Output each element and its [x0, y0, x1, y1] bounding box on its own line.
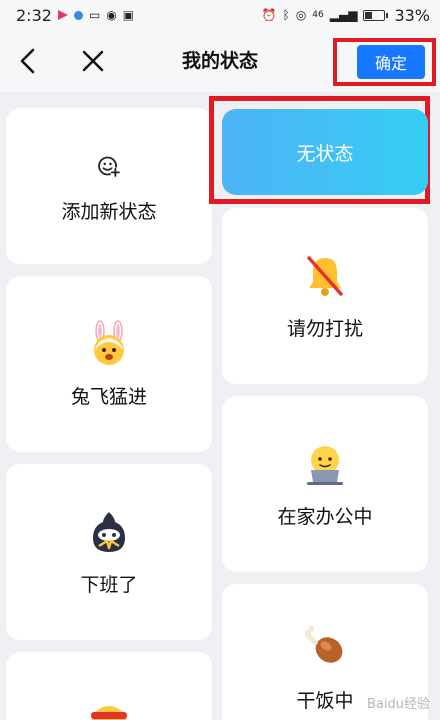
nfc-icon: ▣: [122, 8, 135, 22]
card-label: 添加新状态: [61, 200, 157, 223]
status-bar: 2:32 ▭ ◉ ▣ ⏰ ᛒ ◎ 46 ▂▄▆ 33%: [0, 0, 440, 30]
back-button[interactable]: [12, 44, 42, 78]
laptop-face-icon: [307, 445, 343, 485]
alarm-icon: ⏰: [261, 8, 277, 22]
do-not-disturb-card[interactable]: 请勿打扰: [222, 208, 428, 384]
header: 我的状态 确定: [0, 30, 440, 92]
card-label: 请勿打扰: [286, 317, 363, 340]
signal-icon: ▂▄▆: [329, 8, 358, 22]
signal-label: 46: [312, 9, 324, 20]
rabbit-face-icon: [94, 319, 124, 365]
headband-face-icon: [91, 706, 127, 720]
status-bar-left: 2:32 ▭ ◉ ▣: [16, 6, 134, 25]
card-label: 在家办公中: [277, 505, 373, 528]
battery-percent: 33%: [394, 5, 430, 25]
chevron-left-icon: [20, 48, 35, 74]
cast-icon: ▭: [88, 8, 101, 22]
rabbit-status-card[interactable]: 兔飞猛进: [6, 276, 212, 452]
no-status-card[interactable]: 无状态: [222, 109, 428, 195]
status-time: 2:32: [16, 5, 52, 25]
add-status-card[interactable]: 添加新状态: [6, 108, 212, 264]
card-label: 兔飞猛进: [70, 385, 147, 408]
bluetooth-icon: ᛒ: [282, 8, 290, 22]
watermark: Baidu经验: [367, 697, 430, 712]
add-emoji-icon: [98, 156, 121, 177]
hotspot-icon: ◎: [295, 8, 307, 22]
headband-status-card[interactable]: [6, 652, 212, 720]
close-button[interactable]: [78, 44, 108, 78]
status-bar-right: ⏰ ᛒ ◎ 46 ▂▄▆ 33%: [262, 6, 430, 25]
ninja-face-icon: [93, 511, 125, 552]
off-work-status-card[interactable]: 下班了: [6, 464, 212, 640]
confirm-button[interactable]: 确定: [357, 45, 425, 79]
eye-icon: ◉: [106, 8, 117, 22]
card-label: 干饭中: [296, 690, 354, 712]
battery-icon: [363, 9, 389, 21]
drumstick-icon: [304, 626, 343, 663]
notification-flag-icon: [57, 10, 68, 20]
muted-bell-icon: [307, 255, 343, 296]
notification-dot-icon: [73, 10, 83, 20]
card-label: 无状态: [296, 142, 354, 165]
close-icon: [82, 50, 104, 72]
card-label: 下班了: [80, 573, 138, 596]
work-from-home-card[interactable]: 在家办公中: [222, 396, 428, 572]
